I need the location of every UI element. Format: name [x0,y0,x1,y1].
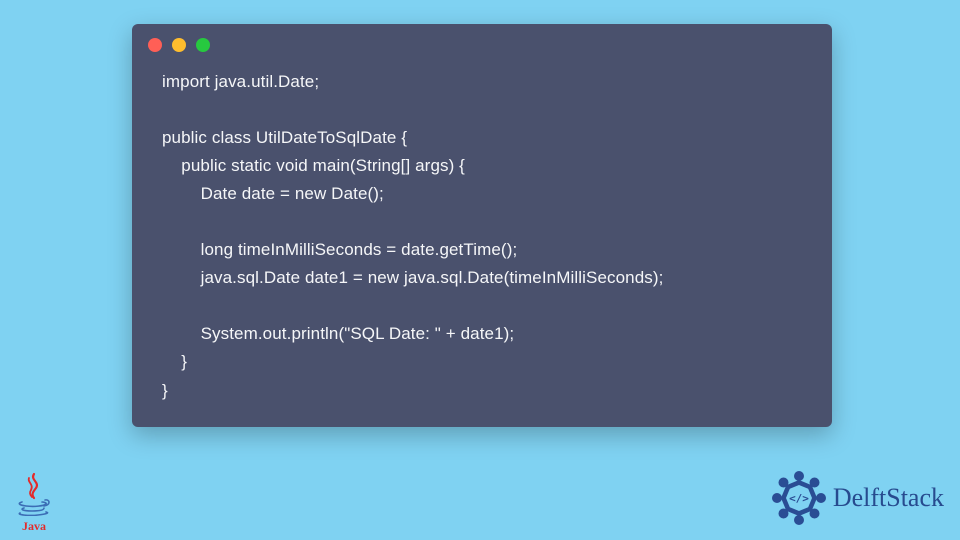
code-block: import java.util.Date; public class Util… [132,60,832,409]
delftstack-logo: </> DelftStack [771,470,944,526]
java-logo: Java [6,472,62,534]
maximize-icon [196,38,210,52]
code-window: import java.util.Date; public class Util… [132,24,832,427]
svg-text:</>: </> [789,492,809,505]
close-icon [148,38,162,52]
java-cup-icon [14,472,54,516]
window-titlebar [132,24,832,60]
delftstack-icon: </> [771,470,827,526]
minimize-icon [172,38,186,52]
delftstack-label: DelftStack [833,483,944,513]
java-logo-label: Java [6,519,62,534]
